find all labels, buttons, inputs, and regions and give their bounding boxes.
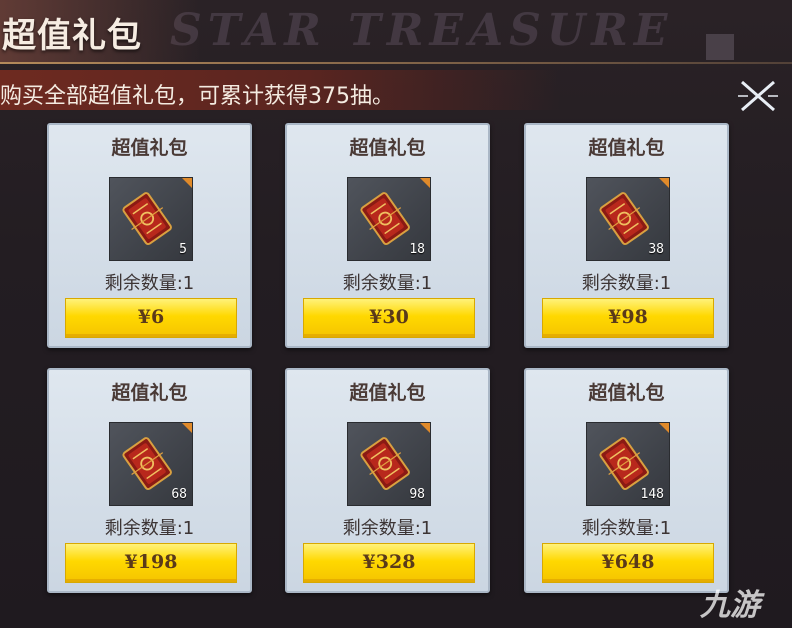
price-label: ¥328 (362, 551, 416, 573)
close-icon (738, 80, 778, 112)
item-count: 148 (640, 487, 664, 502)
price-label: ¥198 (124, 551, 178, 573)
item-count: 98 (409, 487, 425, 502)
buy-button[interactable]: ¥30 (303, 298, 475, 338)
pack-title: 超值礼包 (111, 382, 188, 404)
pack-card: 超值礼包 68 剩余数量:1 ¥198 (47, 368, 252, 593)
pack-title: 超值礼包 (349, 382, 426, 404)
watermark-text: 九游 (700, 588, 760, 623)
pack-card: 超值礼包 148 剩余数量:1 ¥648 (524, 368, 729, 593)
item-slot[interactable]: 148 (586, 422, 670, 506)
item-slot[interactable]: 5 (109, 177, 193, 261)
buy-button[interactable]: ¥198 (65, 543, 237, 583)
item-slot[interactable]: 18 (347, 177, 431, 261)
item-count: 18 (409, 242, 425, 257)
price-label: ¥30 (369, 306, 409, 328)
item-count: 68 (171, 487, 187, 502)
square-decoration (706, 34, 734, 60)
pack-title: 超值礼包 (349, 137, 426, 159)
item-slot[interactable]: 38 (586, 177, 670, 261)
remaining-quantity: 剩余数量:1 (342, 273, 433, 294)
page-title: 超值礼包 (2, 16, 142, 56)
background-decoration: STAR TREASURE (170, 5, 674, 56)
price-label: ¥98 (608, 306, 648, 328)
price-label: ¥648 (601, 551, 655, 573)
remaining-quantity: 剩余数量:1 (342, 518, 433, 539)
pack-card: 超值礼包 18 剩余数量:1 ¥30 (285, 123, 490, 348)
pack-title: 超值礼包 (588, 382, 665, 404)
pack-card: 超值礼包 98 剩余数量:1 ¥328 (285, 368, 490, 593)
buy-button[interactable]: ¥98 (542, 298, 714, 338)
price-label: ¥6 (137, 306, 165, 328)
item-count: 38 (648, 242, 664, 257)
buy-button[interactable]: ¥6 (65, 298, 237, 338)
remaining-quantity: 剩余数量:1 (104, 518, 195, 539)
pack-card: 超值礼包 5 剩余数量:1 ¥6 (47, 123, 252, 348)
subtitle-text: 购买全部超值礼包，可累计获得375抽。 (0, 84, 394, 109)
buy-button[interactable]: ¥328 (303, 543, 475, 583)
pack-title: 超值礼包 (111, 137, 188, 159)
close-button[interactable] (736, 76, 780, 116)
item-count: 5 (179, 242, 187, 257)
remaining-quantity: 剩余数量:1 (581, 273, 672, 294)
buy-button[interactable]: ¥648 (542, 543, 714, 583)
item-slot[interactable]: 68 (109, 422, 193, 506)
remaining-quantity: 剩余数量:1 (581, 518, 672, 539)
pack-card: 超值礼包 38 剩余数量:1 ¥98 (524, 123, 729, 348)
pack-title: 超值礼包 (588, 137, 665, 159)
watermark-logo: 九游 (700, 580, 760, 624)
divider (0, 62, 792, 64)
remaining-quantity: 剩余数量:1 (104, 273, 195, 294)
item-slot[interactable]: 98 (347, 422, 431, 506)
